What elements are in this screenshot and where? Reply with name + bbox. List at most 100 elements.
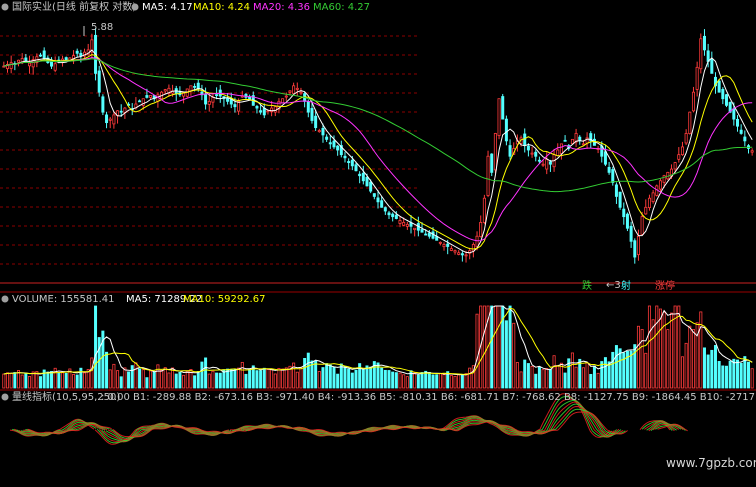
volume-bar [563,372,567,389]
volume-bar [523,359,527,389]
volume-bar [552,355,556,389]
volume-bar [262,367,266,389]
volume-bar [130,365,134,389]
volume-bar [614,345,618,389]
candle-body [548,161,552,165]
candle-body [387,212,391,216]
candle-body [644,206,648,215]
volume-settings-icon[interactable] [1,295,9,303]
indicator-value-8: B8: -1127.75 [561,392,629,403]
candle-body [680,146,684,156]
candle-body [640,216,644,235]
volume-bar [629,350,633,389]
candle-body [717,80,721,93]
volume-bar [581,367,585,389]
volume-bar [347,368,351,389]
volume-bar [90,357,94,389]
volume-bar [515,362,519,389]
volume-bar [746,361,750,389]
candle-body [380,200,384,208]
candle-body [347,161,351,163]
volume-bar [460,373,464,389]
volume-bar [284,367,288,389]
volume-bar [72,373,76,389]
candle-body [706,50,710,62]
header-settings-icon[interactable] [1,3,9,11]
candle-body [145,95,149,98]
moving-average-lines [3,49,753,254]
chart-canvas[interactable]: 国际实业(日线 前复权 对数) MA5: 4.17 MA10: 4.24 MA2… [0,0,756,487]
candle-body [343,155,347,159]
volume-bar [585,362,589,389]
watermark: www.7gpzb.com [666,456,756,470]
ma-settings-icon[interactable] [131,3,139,11]
candle-body [691,91,695,112]
volume-bar [464,373,468,389]
candle-body [537,159,541,162]
volume-bar [325,363,329,389]
indicator-value-7: B7: -768.62 [499,392,561,403]
candle-body [288,90,292,93]
candle-body [420,229,424,233]
volume-bar [354,369,358,389]
volume-bar [343,365,347,389]
volume-bar [204,357,208,389]
volume-bar [255,370,259,389]
volume-bar [526,363,530,389]
candle-body [622,208,626,218]
candle-body [233,104,237,108]
candle-body [438,241,442,244]
volume-bar [750,368,754,389]
candle-body [42,50,46,59]
volume-bar [61,372,65,389]
volume-bar [548,368,552,389]
candle-body [446,243,450,247]
stock-title: 国际实业(日线 前复权 对数) [12,0,136,13]
candle-body [618,191,622,208]
candle-body [427,232,431,237]
volume-bar [644,352,648,389]
candle-body [262,107,266,116]
low-price-marker: ←3 [606,280,621,291]
volume-bar [237,367,241,389]
candle-body [460,253,464,256]
candle-body [563,139,567,142]
candle-body [464,254,468,257]
candle-body [497,98,501,136]
volume-bar [2,373,6,389]
volume-bar [680,356,684,389]
candle-body [325,136,329,140]
candle-body [215,94,219,97]
candle-body [702,35,706,51]
candle-body [211,96,215,103]
candle-body [581,143,585,146]
volume-bar [398,372,402,389]
volume-bar [600,361,604,389]
candle-body [354,164,358,172]
volume-bar [138,368,142,389]
indicator-settings-icon[interactable] [1,393,9,401]
candle-body [295,87,299,90]
candle-body [545,158,549,170]
candle-body [556,149,560,157]
volume-bar [171,367,175,389]
indicator-value-6: B6: -681.71 [438,392,500,403]
volume-bar [658,308,662,389]
volume-ma10-label: MA10: 59292.67 [183,294,265,305]
volume-bar [449,375,453,389]
volume-bar [662,311,666,389]
indicator-values: : 0.00 B1: -289.88 B2: -673.16 B3: -971.… [101,392,756,403]
volume-bar [28,376,32,389]
volume-bar [240,361,244,389]
candle-body [684,133,688,144]
volume-bar [647,305,651,389]
volume-bar [79,367,83,389]
candle-body [332,140,336,148]
volume-bar [420,372,424,389]
volume-bar [207,373,211,389]
candle-body [405,223,409,227]
volume-bar [332,366,336,389]
indicator-value-1: B1: -289.88 [130,392,192,403]
candle-body [358,173,362,177]
volume-bar [655,305,659,389]
